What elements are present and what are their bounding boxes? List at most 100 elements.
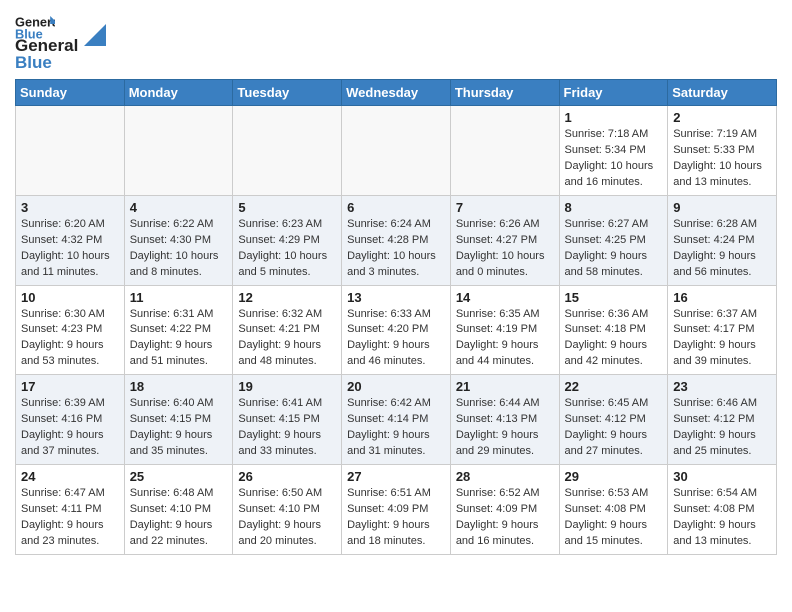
day-info: Sunrise: 6:47 AM Sunset: 4:11 PM Dayligh… bbox=[21, 486, 119, 550]
day-info: Sunrise: 6:39 AM Sunset: 4:16 PM Dayligh… bbox=[21, 396, 119, 460]
day-number: 24 bbox=[21, 469, 119, 484]
calendar-day-cell: 18 Sunrise: 6:40 AM Sunset: 4:15 PM Dayli… bbox=[124, 375, 233, 465]
day-info: Sunrise: 6:50 AM Sunset: 4:10 PM Dayligh… bbox=[238, 486, 336, 550]
day-number: 6 bbox=[347, 200, 445, 215]
calendar-day-cell: 27Sunrise: 6:51 AM Sunset: 4:09 PM Dayli… bbox=[342, 465, 451, 555]
weekday-header-cell: Tuesday bbox=[233, 80, 342, 106]
calendar-day-cell: 25 Sunrise: 6:48 AM Sunset: 4:10 PM Dayli… bbox=[124, 465, 233, 555]
weekday-header-cell: Monday bbox=[124, 80, 233, 106]
calendar-day-cell bbox=[450, 106, 559, 196]
weekday-header-cell: Sunday bbox=[16, 80, 125, 106]
day-info: Sunrise: 6:37 AM Sunset: 4:17 PM Dayligh… bbox=[673, 307, 771, 371]
day-info: Sunrise: 6:27 AM Sunset: 4:25 PM Dayligh… bbox=[565, 217, 663, 281]
day-info: Sunrise: 6:28 AM Sunset: 4:24 PM Dayligh… bbox=[673, 217, 771, 281]
day-number: 19 bbox=[238, 379, 336, 394]
calendar-day-cell: 11Sunrise: 6:31 AM Sunset: 4:22 PM Dayli… bbox=[124, 285, 233, 375]
day-info: Sunrise: 6:51 AM Sunset: 4:09 PM Dayligh… bbox=[347, 486, 445, 550]
day-info: Sunrise: 6:40 AM Sunset: 4:15 PM Dayligh… bbox=[130, 396, 228, 460]
day-info: Sunrise: 6:45 AM Sunset: 4:12 PM Dayligh… bbox=[565, 396, 663, 460]
day-info: Sunrise: 6:35 AM Sunset: 4:19 PM Dayligh… bbox=[456, 307, 554, 371]
day-info: Sunrise: 7:19 AM Sunset: 5:33 PM Dayligh… bbox=[673, 127, 771, 191]
day-info: Sunrise: 6:46 AM Sunset: 4:12 PM Dayligh… bbox=[673, 396, 771, 460]
calendar-day-cell: 22 Sunrise: 6:45 AM Sunset: 4:12 PM Dayli… bbox=[559, 375, 668, 465]
calendar-day-cell: 5 Sunrise: 6:23 AM Sunset: 4:29 PM Daylig… bbox=[233, 195, 342, 285]
weekday-header-cell: Saturday bbox=[668, 80, 777, 106]
day-info: Sunrise: 6:54 AM Sunset: 4:08 PM Dayligh… bbox=[673, 486, 771, 550]
day-number: 28 bbox=[456, 469, 554, 484]
calendar-day-cell: 9 Sunrise: 6:28 AM Sunset: 4:24 PM Daylig… bbox=[668, 195, 777, 285]
calendar-day-cell: 12 Sunrise: 6:32 AM Sunset: 4:21 PM Dayli… bbox=[233, 285, 342, 375]
weekday-header-cell: Thursday bbox=[450, 80, 559, 106]
page: General Blue General Blue SundayMondayTu… bbox=[0, 0, 792, 570]
day-info: Sunrise: 6:31 AM Sunset: 4:22 PM Dayligh… bbox=[130, 307, 228, 371]
day-number: 30 bbox=[673, 469, 771, 484]
day-number: 1 bbox=[565, 110, 663, 125]
calendar-day-cell: 7 Sunrise: 6:26 AM Sunset: 4:27 PM Daylig… bbox=[450, 195, 559, 285]
day-info: Sunrise: 6:33 AM Sunset: 4:20 PM Dayligh… bbox=[347, 307, 445, 371]
calendar-day-cell: 15 Sunrise: 6:36 AM Sunset: 4:18 PM Dayli… bbox=[559, 285, 668, 375]
day-info: Sunrise: 6:22 AM Sunset: 4:30 PM Dayligh… bbox=[130, 217, 228, 281]
calendar-day-cell: 4 Sunrise: 6:22 AM Sunset: 4:30 PM Daylig… bbox=[124, 195, 233, 285]
day-number: 8 bbox=[565, 200, 663, 215]
day-info: Sunrise: 6:44 AM Sunset: 4:13 PM Dayligh… bbox=[456, 396, 554, 460]
calendar-day-cell bbox=[124, 106, 233, 196]
day-number: 25 bbox=[130, 469, 228, 484]
day-info: Sunrise: 6:26 AM Sunset: 4:27 PM Dayligh… bbox=[456, 217, 554, 281]
day-number: 3 bbox=[21, 200, 119, 215]
calendar-day-cell: 3 Sunrise: 6:20 AM Sunset: 4:32 PM Daylig… bbox=[16, 195, 125, 285]
calendar-day-cell: 24 Sunrise: 6:47 AM Sunset: 4:11 PM Dayli… bbox=[16, 465, 125, 555]
day-info: Sunrise: 6:20 AM Sunset: 4:32 PM Dayligh… bbox=[21, 217, 119, 281]
day-info: Sunrise: 6:36 AM Sunset: 4:18 PM Dayligh… bbox=[565, 307, 663, 371]
day-info: Sunrise: 6:30 AM Sunset: 4:23 PM Dayligh… bbox=[21, 307, 119, 371]
calendar-day-cell: 10Sunrise: 6:30 AM Sunset: 4:23 PM Dayli… bbox=[16, 285, 125, 375]
weekday-header-cell: Friday bbox=[559, 80, 668, 106]
calendar-day-cell bbox=[16, 106, 125, 196]
day-number: 23 bbox=[673, 379, 771, 394]
day-info: Sunrise: 6:23 AM Sunset: 4:29 PM Dayligh… bbox=[238, 217, 336, 281]
calendar-day-cell: 29 Sunrise: 6:53 AM Sunset: 4:08 PM Dayli… bbox=[559, 465, 668, 555]
day-number: 17 bbox=[21, 379, 119, 394]
calendar-day-cell: 19Sunrise: 6:41 AM Sunset: 4:15 PM Dayli… bbox=[233, 375, 342, 465]
calendar-day-cell: 2 Sunrise: 7:19 AM Sunset: 5:33 PM Daylig… bbox=[668, 106, 777, 196]
calendar-day-cell: 26Sunrise: 6:50 AM Sunset: 4:10 PM Dayli… bbox=[233, 465, 342, 555]
day-number: 21 bbox=[456, 379, 554, 394]
day-number: 16 bbox=[673, 290, 771, 305]
calendar-week-row: 24 Sunrise: 6:47 AM Sunset: 4:11 PM Dayli… bbox=[16, 465, 777, 555]
calendar-day-cell: 30 Sunrise: 6:54 AM Sunset: 4:08 PM Dayli… bbox=[668, 465, 777, 555]
calendar-day-cell: 14Sunrise: 6:35 AM Sunset: 4:19 PM Dayli… bbox=[450, 285, 559, 375]
day-number: 22 bbox=[565, 379, 663, 394]
day-info: Sunrise: 6:53 AM Sunset: 4:08 PM Dayligh… bbox=[565, 486, 663, 550]
weekday-header-cell: Wednesday bbox=[342, 80, 451, 106]
day-number: 2 bbox=[673, 110, 771, 125]
day-number: 12 bbox=[238, 290, 336, 305]
calendar-day-cell: 23 Sunrise: 6:46 AM Sunset: 4:12 PM Dayli… bbox=[668, 375, 777, 465]
calendar-day-cell: 1 Sunrise: 7:18 AM Sunset: 5:34 PM Daylig… bbox=[559, 106, 668, 196]
calendar-week-row: 10Sunrise: 6:30 AM Sunset: 4:23 PM Dayli… bbox=[16, 285, 777, 375]
day-number: 29 bbox=[565, 469, 663, 484]
day-number: 5 bbox=[238, 200, 336, 215]
day-number: 20 bbox=[347, 379, 445, 394]
calendar-week-row: 1 Sunrise: 7:18 AM Sunset: 5:34 PM Daylig… bbox=[16, 106, 777, 196]
logo-blue: Blue bbox=[15, 53, 52, 72]
day-info: Sunrise: 7:18 AM Sunset: 5:34 PM Dayligh… bbox=[565, 127, 663, 191]
day-info: Sunrise: 6:48 AM Sunset: 4:10 PM Dayligh… bbox=[130, 486, 228, 550]
calendar-day-cell: 6Sunrise: 6:24 AM Sunset: 4:28 PM Daylig… bbox=[342, 195, 451, 285]
calendar-day-cell bbox=[233, 106, 342, 196]
calendar-table: SundayMondayTuesdayWednesdayThursdayFrid… bbox=[15, 79, 777, 555]
day-number: 4 bbox=[130, 200, 228, 215]
weekday-header-row: SundayMondayTuesdayWednesdayThursdayFrid… bbox=[16, 80, 777, 106]
calendar-day-cell: 28 Sunrise: 6:52 AM Sunset: 4:09 PM Dayli… bbox=[450, 465, 559, 555]
day-number: 7 bbox=[456, 200, 554, 215]
logo: General Blue General Blue bbox=[15, 10, 106, 71]
day-info: Sunrise: 6:52 AM Sunset: 4:09 PM Dayligh… bbox=[456, 486, 554, 550]
calendar-day-cell: 20Sunrise: 6:42 AM Sunset: 4:14 PM Dayli… bbox=[342, 375, 451, 465]
calendar-body: 1 Sunrise: 7:18 AM Sunset: 5:34 PM Daylig… bbox=[16, 106, 777, 555]
calendar-week-row: 17 Sunrise: 6:39 AM Sunset: 4:16 PM Dayli… bbox=[16, 375, 777, 465]
calendar-day-cell: 21 Sunrise: 6:44 AM Sunset: 4:13 PM Dayli… bbox=[450, 375, 559, 465]
day-number: 15 bbox=[565, 290, 663, 305]
day-number: 9 bbox=[673, 200, 771, 215]
day-number: 18 bbox=[130, 379, 228, 394]
day-info: Sunrise: 6:32 AM Sunset: 4:21 PM Dayligh… bbox=[238, 307, 336, 371]
calendar-day-cell bbox=[342, 106, 451, 196]
header: General Blue General Blue bbox=[15, 10, 777, 71]
